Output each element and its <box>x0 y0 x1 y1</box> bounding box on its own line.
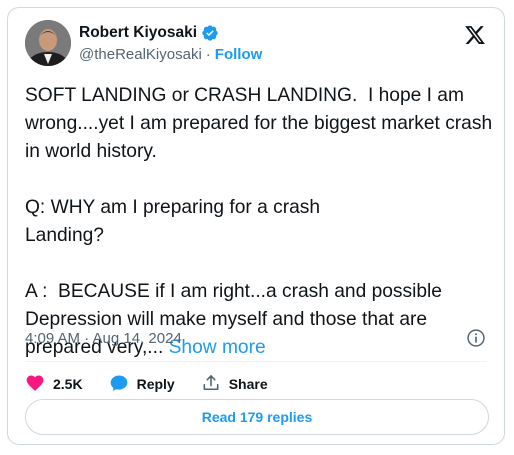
show-more-link[interactable]: Show more <box>169 337 266 358</box>
handle-separator: · <box>205 46 211 63</box>
author-name[interactable]: Robert Kiyosaki <box>79 24 197 42</box>
tweet-text: SOFT LANDING or CRASH LANDING. I hope I … <box>25 85 493 358</box>
author-name-row: Robert Kiyosaki <box>79 24 219 42</box>
info-icon[interactable] <box>466 328 486 348</box>
reply-button[interactable]: Reply <box>109 373 175 396</box>
like-button[interactable]: 2.5K <box>25 373 83 396</box>
share-button[interactable]: Share <box>201 373 268 396</box>
share-icon <box>201 373 221 396</box>
action-bar: 2.5K Reply Share <box>25 370 294 398</box>
avatar[interactable] <box>25 20 71 66</box>
x-logo-icon[interactable] <box>464 24 486 46</box>
heart-icon <box>25 373 45 396</box>
divider <box>25 361 487 362</box>
follow-button[interactable]: Follow <box>215 46 263 63</box>
tweet-card: Robert Kiyosaki @theRealKiyosaki · Follo… <box>7 7 505 445</box>
author-handle[interactable]: @theRealKiyosaki <box>79 46 202 63</box>
like-count: 2.5K <box>53 376 83 392</box>
tweet-text-container: SOFT LANDING or CRASH LANDING. I hope I … <box>25 82 495 362</box>
verified-badge-icon <box>201 24 219 42</box>
read-replies-label: Read 179 replies <box>201 409 313 425</box>
tweet-timestamp[interactable]: 4:09 AM · Aug 14, 2024 <box>25 330 182 347</box>
author-handle-row: @theRealKiyosaki · Follow <box>79 46 262 63</box>
read-replies-button[interactable]: Read 179 replies <box>25 399 489 435</box>
share-label: Share <box>228 376 268 392</box>
reply-label: Reply <box>136 376 175 392</box>
reply-bubble-icon <box>109 373 129 396</box>
